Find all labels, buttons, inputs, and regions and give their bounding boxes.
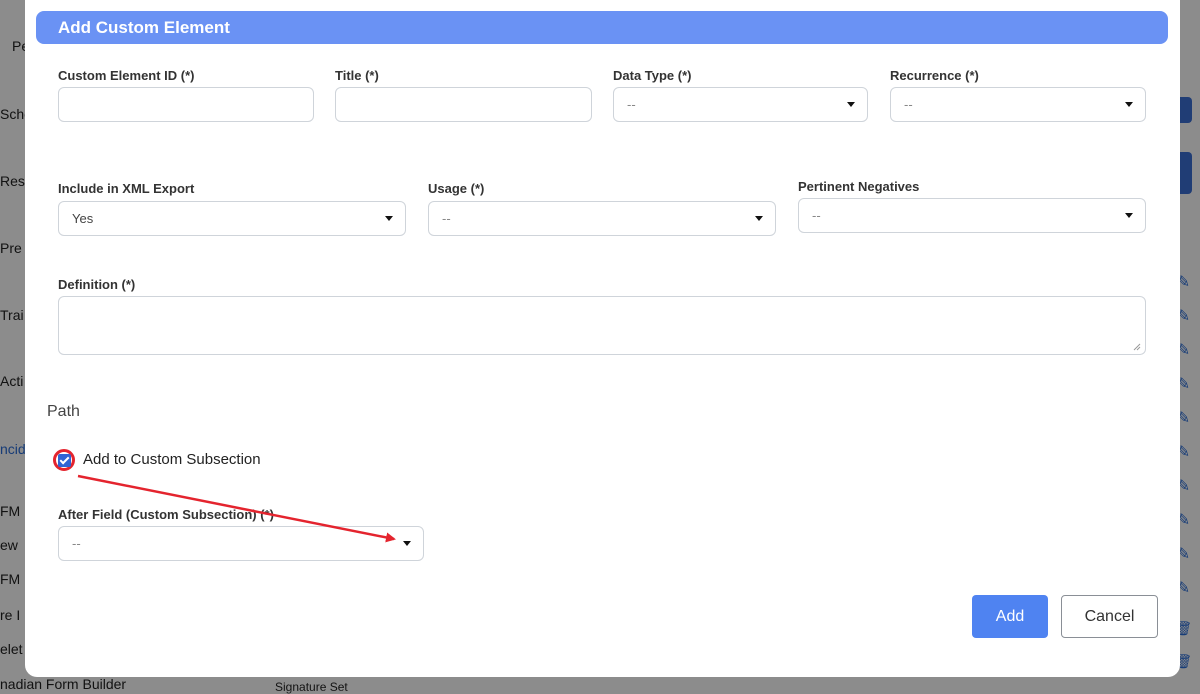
add-to-subsection-checkbox-highlight[interactable] xyxy=(53,449,75,471)
data-type-label: Data Type (*) xyxy=(613,68,692,83)
usage-value: -- xyxy=(442,211,451,226)
after-field-value: -- xyxy=(72,536,81,551)
definition-textarea[interactable] xyxy=(58,296,1146,355)
caret-down-icon xyxy=(403,541,411,546)
after-field-select[interactable]: -- xyxy=(58,526,424,561)
title-label: Title (*) xyxy=(335,68,379,83)
pertinent-negatives-select[interactable]: -- xyxy=(798,198,1146,233)
title-input[interactable] xyxy=(335,87,592,122)
cancel-button[interactable]: Cancel xyxy=(1061,595,1158,638)
pertinent-negatives-value: -- xyxy=(812,208,821,223)
after-field-label: After Field (Custom Subsection) (*) xyxy=(58,507,274,522)
add-to-subsection-checkbox[interactable] xyxy=(57,453,71,467)
custom-element-id-input[interactable] xyxy=(58,87,314,122)
recurrence-select[interactable]: -- xyxy=(890,87,1146,122)
pertinent-negatives-label: Pertinent Negatives xyxy=(798,179,920,194)
data-type-select[interactable]: -- xyxy=(613,87,868,122)
recurrence-label: Recurrence (*) xyxy=(890,68,979,83)
include-xml-value: Yes xyxy=(72,211,94,226)
include-xml-select[interactable]: Yes xyxy=(58,201,406,236)
caret-down-icon xyxy=(1125,213,1133,218)
modal-title: Add Custom Element xyxy=(36,11,1168,44)
caret-down-icon xyxy=(755,216,763,221)
recurrence-value: -- xyxy=(904,97,913,112)
add-button[interactable]: Add xyxy=(972,595,1048,638)
path-heading: Path xyxy=(47,403,80,420)
resize-grip-icon[interactable] xyxy=(1133,343,1141,351)
custom-element-id-label: Custom Element ID (*) xyxy=(58,68,195,83)
add-to-subsection-label[interactable]: Add to Custom Subsection xyxy=(83,451,261,468)
data-type-value: -- xyxy=(627,97,636,112)
definition-label: Definition (*) xyxy=(58,277,136,292)
add-custom-element-modal: Add Custom Element Custom Element ID (*)… xyxy=(25,0,1180,677)
usage-label: Usage (*) xyxy=(428,181,485,196)
caret-down-icon xyxy=(1125,102,1133,107)
caret-down-icon xyxy=(385,216,393,221)
caret-down-icon xyxy=(847,102,855,107)
usage-select[interactable]: -- xyxy=(428,201,776,236)
include-xml-label: Include in XML Export xyxy=(58,181,195,196)
